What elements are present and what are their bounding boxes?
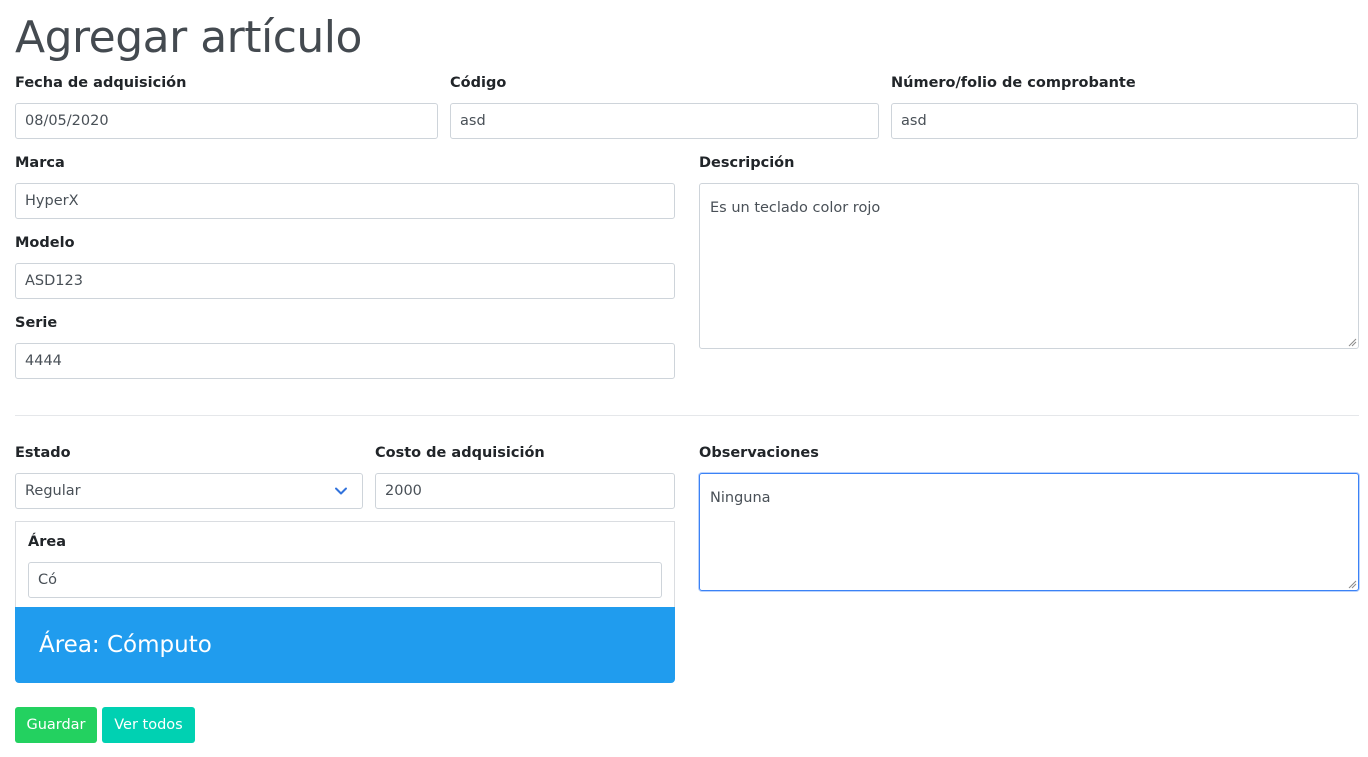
estado-label: Estado (15, 445, 71, 461)
descripcion-label: Descripción (699, 155, 795, 171)
fecha-label: Fecha de adquisición (15, 75, 187, 91)
folio-value: asd (901, 113, 927, 129)
costo-label: Costo de adquisición (375, 445, 545, 461)
save-button[interactable]: Guardar (15, 707, 97, 743)
marca-value: HyperX (25, 193, 79, 209)
modelo-value: ASD123 (25, 273, 83, 289)
section-divider (15, 415, 1359, 416)
costo-input[interactable]: 2000 (375, 473, 675, 509)
area-suggestion[interactable]: Área: Cómputo (15, 607, 675, 683)
modelo-input[interactable]: ASD123 (15, 263, 675, 299)
costo-value: 2000 (385, 483, 422, 499)
area-label: Área (28, 534, 66, 550)
page-title: Agregar artículo (15, 12, 362, 63)
codigo-value: asd (460, 113, 486, 129)
serie-value: 4444 (25, 353, 62, 369)
observaciones-value: Ninguna (710, 490, 771, 506)
codigo-input[interactable]: asd (450, 103, 879, 139)
add-article-page: Agregar artículo Fecha de adquisición 08… (0, 0, 1368, 757)
area-input[interactable]: Có (28, 562, 662, 598)
estado-value: Regular (25, 483, 81, 499)
folio-input[interactable]: asd (891, 103, 1358, 139)
serie-input[interactable]: 4444 (15, 343, 675, 379)
observaciones-textarea[interactable]: Ninguna (699, 473, 1359, 591)
estado-select[interactable]: Regular (15, 473, 363, 509)
descripcion-value: Es un teclado color rojo (710, 200, 881, 216)
chevron-down-icon (335, 487, 347, 495)
marca-input[interactable]: HyperX (15, 183, 675, 219)
folio-label: Número/folio de comprobante (891, 75, 1136, 91)
serie-label: Serie (15, 315, 58, 331)
marca-label: Marca (15, 155, 65, 171)
fecha-value: 08/05/2020 (25, 113, 109, 129)
area-value: Có (38, 572, 57, 588)
descripcion-textarea[interactable]: Es un teclado color rojo (699, 183, 1359, 349)
resize-grip-icon[interactable] (1347, 337, 1357, 347)
codigo-label: Código (450, 75, 507, 91)
observaciones-label: Observaciones (699, 445, 819, 461)
view-all-button[interactable]: Ver todos (102, 707, 195, 743)
modelo-label: Modelo (15, 235, 75, 251)
resize-grip-icon[interactable] (1347, 579, 1357, 589)
fecha-input[interactable]: 08/05/2020 (15, 103, 438, 139)
